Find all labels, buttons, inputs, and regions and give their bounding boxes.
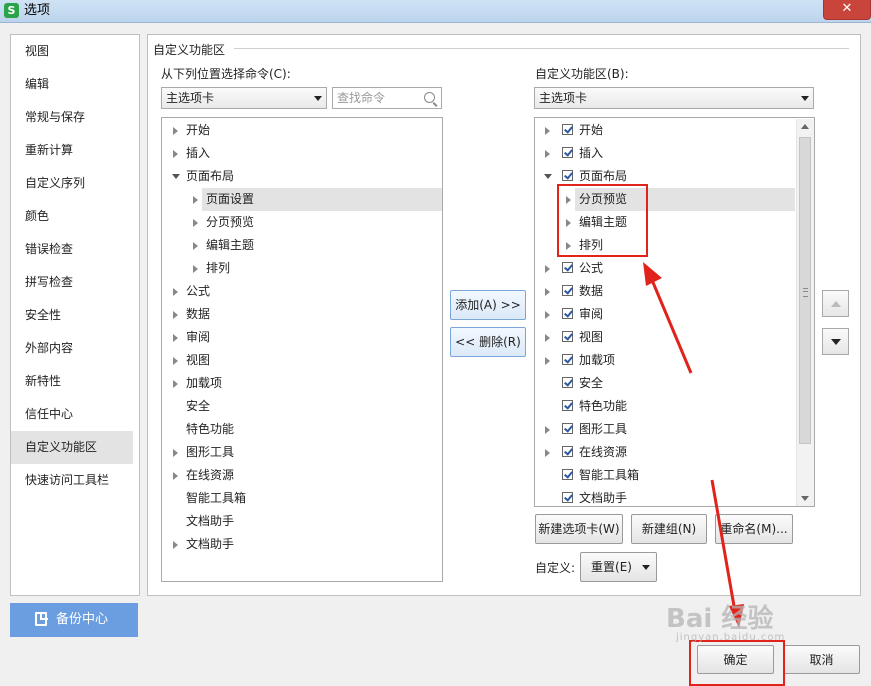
arrow-head-icon (643, 262, 662, 286)
annotation-arrows (643, 262, 744, 628)
watermark-url: jingyan.baidu.com (676, 632, 786, 643)
watermark-logo: Bai 经验 (666, 604, 774, 634)
